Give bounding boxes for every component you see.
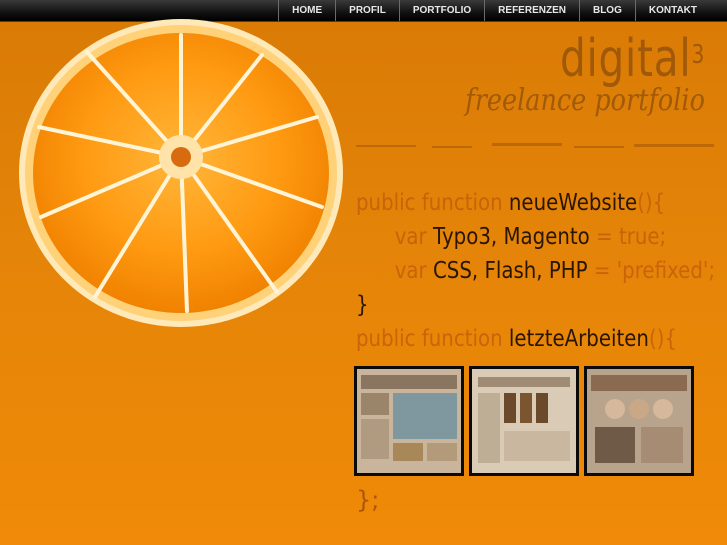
- logo-superscript: 3: [691, 40, 705, 70]
- code-line: var Typo3, Magento = true;: [394, 224, 667, 250]
- nav-portfolio[interactable]: PORTFOLIO: [398, 0, 484, 21]
- code-line: public function letzteArbeiten(){: [356, 326, 678, 352]
- logo-subtitle: freelance portfolio: [465, 83, 705, 118]
- logo-title: digital3: [559, 29, 705, 89]
- code-line: }: [356, 292, 369, 318]
- nav-referenzen[interactable]: REFERENZEN: [484, 0, 579, 21]
- nav-kontakt[interactable]: KONTAKT: [634, 0, 727, 21]
- code-line: var CSS, Flash, PHP = 'prefixed';: [394, 258, 715, 284]
- decorative-divider: [356, 143, 714, 148]
- portfolio-thumb-2[interactable]: [469, 366, 579, 476]
- orange-slice-image: [19, 19, 343, 327]
- portfolio-thumbnails: [354, 366, 694, 476]
- nav-blog[interactable]: BLOG: [578, 0, 635, 21]
- code-block: public function neueWebsite(){ var Typo3…: [356, 186, 715, 356]
- portfolio-thumb-1[interactable]: [354, 366, 464, 476]
- code-line: public function neueWebsite(){: [356, 190, 666, 216]
- portfolio-thumb-3[interactable]: [584, 366, 694, 476]
- code-closing: };: [356, 486, 380, 514]
- site-logo[interactable]: digital3 freelance portfolio: [423, 29, 705, 118]
